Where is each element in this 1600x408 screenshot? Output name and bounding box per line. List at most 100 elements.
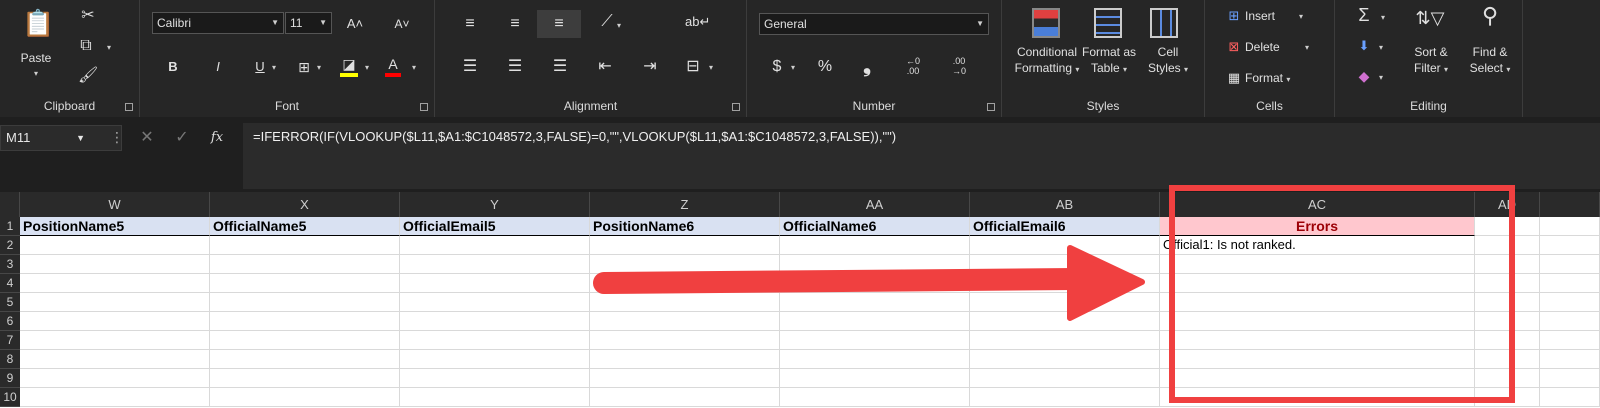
cell-styles-button[interactable]: Cell Styles ▾ xyxy=(1142,44,1194,78)
font-color-dropdown[interactable]: ▾ xyxy=(410,60,418,76)
grid-cell[interactable] xyxy=(400,293,590,312)
grid-cell[interactable] xyxy=(590,255,780,274)
clipboard-launcher-icon[interactable] xyxy=(125,103,133,111)
column-header-y[interactable]: Y xyxy=(400,192,590,217)
copy-icon[interactable]: ⧉ xyxy=(76,36,96,56)
orientation-dropdown[interactable]: ▾ xyxy=(615,18,623,34)
delete-cells-icon[interactable]: ⊠ xyxy=(1225,37,1243,57)
font-name-combo[interactable]: Calibri ▼ xyxy=(152,12,284,34)
conditional-formatting-button[interactable]: Conditional Formatting ▾ xyxy=(1006,44,1088,78)
header-cell[interactable]: OfficialEmail6 xyxy=(970,217,1160,236)
grid-cell[interactable] xyxy=(400,369,590,388)
delete-dropdown[interactable]: ▾ xyxy=(1303,40,1311,56)
format-button[interactable]: Format ▾ xyxy=(1245,70,1307,88)
grid-cell[interactable] xyxy=(590,312,780,331)
grid-cell[interactable] xyxy=(780,331,970,350)
grid-cell[interactable] xyxy=(590,350,780,369)
paste-button[interactable]: Paste xyxy=(14,50,58,66)
row-header[interactable]: 4 xyxy=(0,274,20,293)
grid-cell[interactable] xyxy=(970,350,1160,369)
align-right-icon[interactable]: ☰ xyxy=(550,57,570,77)
grid-cell[interactable] xyxy=(780,236,970,255)
grid-cell[interactable] xyxy=(1540,217,1600,236)
fill-dropdown[interactable]: ▾ xyxy=(1377,40,1385,56)
grid-cell[interactable] xyxy=(590,236,780,255)
grid-cell[interactable] xyxy=(400,331,590,350)
row-header[interactable]: 3 xyxy=(0,255,20,274)
conditional-formatting-icon[interactable] xyxy=(1032,8,1060,38)
delete-button[interactable]: Delete xyxy=(1245,39,1287,55)
grid-cell[interactable] xyxy=(590,388,780,407)
fill-color-dropdown[interactable]: ▾ xyxy=(363,60,371,76)
increase-indent-icon[interactable]: ⇥ xyxy=(640,57,660,77)
grid-cell[interactable] xyxy=(780,312,970,331)
grid-cell[interactable] xyxy=(20,274,210,293)
name-box[interactable]: M11 ▼ xyxy=(0,125,122,151)
grid-cell[interactable] xyxy=(590,274,780,293)
grid-cell[interactable] xyxy=(20,255,210,274)
grid-cell[interactable] xyxy=(780,350,970,369)
borders-dropdown[interactable]: ▾ xyxy=(315,60,323,76)
grid-cell[interactable] xyxy=(20,388,210,407)
grid-cell[interactable] xyxy=(400,274,590,293)
grid-cell[interactable] xyxy=(210,331,400,350)
grid-cell[interactable] xyxy=(970,274,1160,293)
grid-cell[interactable] xyxy=(590,293,780,312)
font-color-icon[interactable]: A xyxy=(385,55,401,77)
clear-dropdown[interactable]: ▾ xyxy=(1377,70,1385,86)
number-format-combo[interactable]: General ▼ xyxy=(759,13,989,35)
format-painter-icon[interactable]: 🖌 xyxy=(78,66,98,86)
comma-style-icon[interactable]: ❟ xyxy=(857,56,877,76)
align-left-icon[interactable]: ☰ xyxy=(460,57,480,77)
bold-button[interactable]: B xyxy=(165,57,181,77)
cancel-icon[interactable]: ✕ xyxy=(138,128,156,148)
currency-dropdown[interactable]: ▾ xyxy=(789,60,797,76)
row-header[interactable]: 9 xyxy=(0,369,20,388)
shrink-font-icon[interactable]: A˅ xyxy=(392,14,412,34)
orientation-icon[interactable]: ⟋ xyxy=(597,12,617,32)
autosum-icon[interactable]: Σ xyxy=(1355,5,1373,25)
align-top-icon[interactable]: ≡ xyxy=(460,14,480,34)
align-middle-icon[interactable]: ≡ xyxy=(505,14,525,34)
copy-dropdown[interactable]: ▾ xyxy=(104,40,114,56)
row-header[interactable]: 10 xyxy=(0,388,20,407)
grid-cell[interactable] xyxy=(590,369,780,388)
row-header[interactable]: 2 xyxy=(0,236,20,255)
grid-cell[interactable] xyxy=(780,255,970,274)
header-cell[interactable]: PositionName5 xyxy=(20,217,210,236)
column-header-ab[interactable]: AB xyxy=(970,192,1160,217)
insert-button[interactable]: Insert xyxy=(1245,8,1287,24)
number-launcher-icon[interactable] xyxy=(987,103,995,111)
header-cell[interactable]: OfficialName6 xyxy=(780,217,970,236)
column-header-x[interactable]: X xyxy=(210,192,400,217)
align-bottom-icon[interactable]: ≡ xyxy=(537,10,581,38)
grid-cell[interactable] xyxy=(970,331,1160,350)
grid-cell[interactable] xyxy=(210,312,400,331)
enter-icon[interactable]: ✓ xyxy=(173,128,191,148)
format-as-table-button[interactable]: Format as Table ▾ xyxy=(1078,44,1140,78)
fill-icon[interactable]: ⬇ xyxy=(1355,36,1373,56)
align-center-icon[interactable]: ☰ xyxy=(505,57,525,77)
row-header[interactable]: 8 xyxy=(0,350,20,369)
grid-cell[interactable] xyxy=(1540,255,1600,274)
grid-cell[interactable] xyxy=(400,312,590,331)
grid-cell[interactable] xyxy=(970,255,1160,274)
grid-cell[interactable] xyxy=(210,350,400,369)
header-cell[interactable]: PositionName6 xyxy=(590,217,780,236)
grid-cell[interactable] xyxy=(970,312,1160,331)
grid-cell[interactable] xyxy=(780,274,970,293)
grid-cell[interactable] xyxy=(210,369,400,388)
grid-cell[interactable] xyxy=(970,236,1160,255)
font-size-combo[interactable]: 11 ▼ xyxy=(285,12,332,34)
paste-dropdown[interactable]: ▾ xyxy=(14,66,58,82)
grow-font-icon[interactable]: A˄ xyxy=(345,14,365,34)
borders-icon[interactable]: ⊞ xyxy=(295,57,313,77)
grid-cell[interactable] xyxy=(1540,293,1600,312)
column-header-w[interactable]: W xyxy=(20,192,210,217)
insert-function-icon[interactable]: fx xyxy=(207,128,227,148)
grid-cell[interactable] xyxy=(20,293,210,312)
grid-cell[interactable] xyxy=(1540,388,1600,407)
fill-color-icon[interactable]: ◪ xyxy=(340,55,358,77)
font-launcher-icon[interactable] xyxy=(420,103,428,111)
grid-cell[interactable] xyxy=(210,255,400,274)
